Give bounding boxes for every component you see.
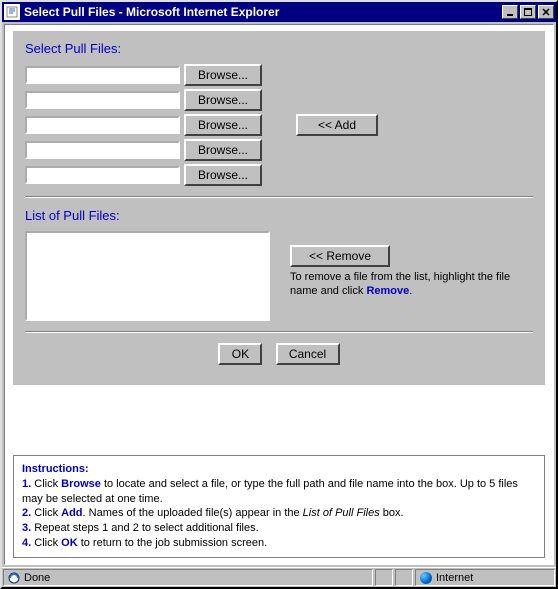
add-button[interactable]: << Add (296, 114, 378, 136)
instruction-line-3: 3. Repeat steps 1 and 2 to select additi… (22, 521, 536, 536)
instruction-line-4: 4. Click OK to return to the job submiss… (22, 536, 536, 551)
browse-button-3[interactable]: Browse... (184, 114, 262, 136)
status-spacer-2 (395, 569, 413, 586)
window-title: Select Pull Files - Microsoft Internet E… (24, 5, 500, 19)
file-path-input-3[interactable] (25, 116, 180, 134)
window: Select Pull Files - Microsoft Internet E… (0, 0, 558, 589)
browse-button-4[interactable]: Browse... (184, 139, 262, 161)
client-area: Select Pull Files: Browse... Browse... B… (4, 24, 554, 565)
ie-icon (8, 572, 20, 584)
file-input-rows: Browse... Browse... Browse... Browse... (25, 64, 262, 186)
select-files-heading: Select Pull Files: (25, 41, 533, 56)
instruction-line-2: 2. Click Add. Names of the uploaded file… (22, 506, 536, 521)
remove-help-text: To remove a file from the list, highligh… (290, 271, 533, 299)
security-zone-text: Internet (436, 572, 473, 584)
globe-icon (420, 572, 432, 584)
status-bar: Done Internet (2, 567, 556, 587)
instruction-line-1: 1. Click Browse to locate and select a f… (22, 477, 536, 507)
security-zone-cell: Internet (415, 569, 555, 586)
file-path-input-4[interactable] (25, 141, 180, 159)
status-text: Done (24, 572, 50, 584)
ok-button[interactable]: OK (218, 343, 262, 365)
minimize-button[interactable] (502, 5, 518, 19)
pull-files-listbox[interactable] (25, 231, 270, 321)
file-row: Browse... (25, 89, 262, 111)
dialog-buttons: OK Cancel (25, 343, 533, 365)
select-files-panel: Select Pull Files: Browse... Browse... B… (13, 31, 545, 385)
file-row: Browse... (25, 64, 262, 86)
instructions-panel: Instructions: 1. Click Browse to locate … (13, 455, 545, 558)
file-row: Browse... (25, 114, 262, 136)
cancel-button[interactable]: Cancel (276, 343, 340, 365)
separator (25, 196, 533, 198)
instructions-heading: Instructions: (22, 462, 536, 477)
list-heading: List of Pull Files: (25, 208, 533, 223)
separator (25, 331, 533, 333)
file-path-input-2[interactable] (25, 91, 180, 109)
file-row: Browse... (25, 139, 262, 161)
browse-button-2[interactable]: Browse... (184, 89, 262, 111)
remove-button[interactable]: << Remove (290, 245, 390, 267)
file-row: Browse... (25, 164, 262, 186)
browse-button-5[interactable]: Browse... (184, 164, 262, 186)
file-path-input-1[interactable] (25, 66, 180, 84)
list-section: List of Pull Files: << Remove To remove … (25, 208, 533, 321)
maximize-button[interactable] (520, 5, 536, 19)
status-spacer-1 (375, 569, 393, 586)
browse-button-1[interactable]: Browse... (184, 64, 262, 86)
ie-page-icon (4, 4, 20, 20)
close-button[interactable] (538, 5, 554, 19)
file-path-input-5[interactable] (25, 166, 180, 184)
titlebar: Select Pull Files - Microsoft Internet E… (2, 2, 556, 22)
status-text-cell: Done (3, 569, 373, 586)
